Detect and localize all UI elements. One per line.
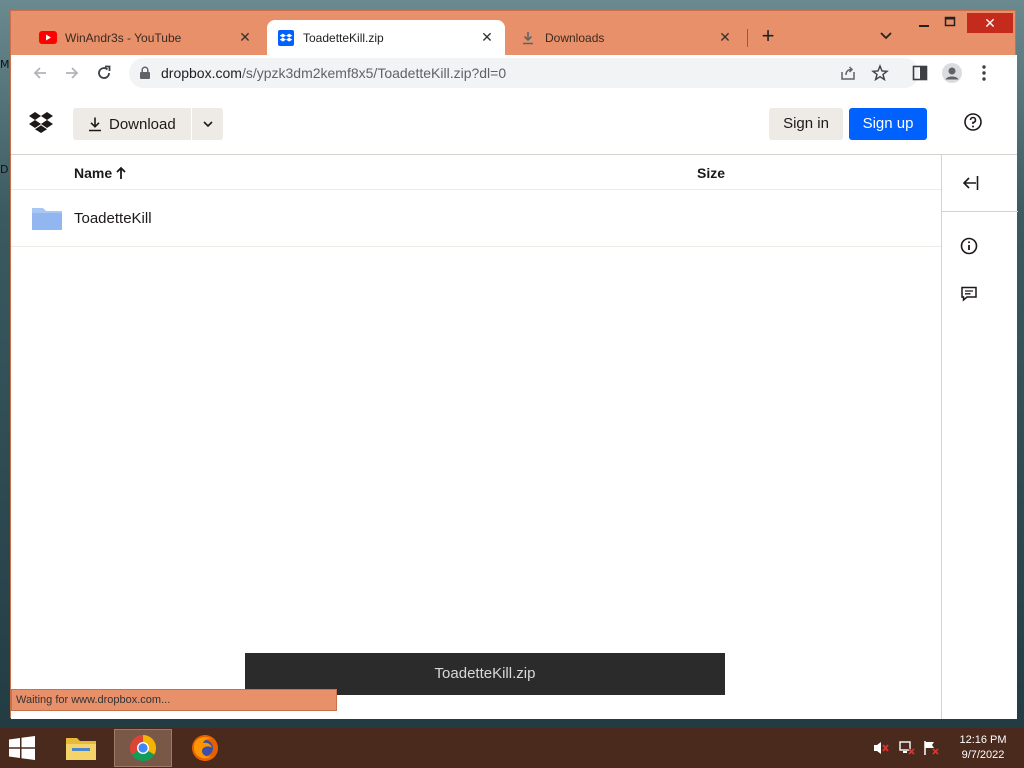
download-label: Download [109,115,176,133]
download-options-chevron-icon[interactable] [191,108,223,140]
dropbox-icon [277,29,295,47]
table-row[interactable]: ToadetteKill [11,190,941,247]
name-column-label: Name [74,165,113,181]
rail-divider [942,211,1018,212]
status-bar: Waiting for www.dropbox.com... [11,689,337,711]
comment-icon[interactable] [960,285,982,307]
maximize-icon[interactable] [935,13,965,33]
sign-in-button[interactable]: Sign in [769,108,843,140]
dropbox-page: Download Sign in Sign up Name Size Toade… [11,91,1018,719]
lock-icon[interactable] [139,66,151,85]
tab-youtube[interactable]: WinAndr3s - YouTube ✕ [29,20,263,55]
side-rail [941,155,1018,719]
name-column-header[interactable]: Name [74,165,127,181]
clock-date: 9/7/2022 [961,749,1005,761]
download-button[interactable]: Download [73,108,191,140]
dropbox-logo-icon[interactable] [29,111,55,135]
tab-title: Downloads [545,30,605,45]
close-tab-icon[interactable]: ✕ [717,29,733,45]
download-arrow-icon [89,117,101,132]
network-icon[interactable] [898,740,916,756]
sort-ascending-icon [116,166,126,179]
action-center-flag-icon[interactable] [922,740,940,756]
desktop-edge-letter: M [0,58,10,71]
menu-kebab-icon[interactable] [971,60,997,86]
windows-start-icon[interactable] [8,736,40,760]
folder-icon [31,205,63,231]
tab-search-chevron-icon[interactable] [877,26,895,44]
help-icon[interactable] [963,112,987,136]
share-icon[interactable] [839,64,857,87]
bookmark-star-icon[interactable] [871,64,889,87]
close-tab-icon[interactable]: ✕ [479,29,495,45]
tab-downloads[interactable]: Downloads ✕ [509,20,743,55]
download-icon [519,29,537,47]
chrome-icon[interactable] [114,729,172,767]
sign-up-button[interactable]: Sign up [849,108,927,140]
new-tab-button[interactable]: + [757,25,779,48]
tab-separator [747,29,748,47]
browser-toolbar: dropbox.com/s/ypzk3dm2kemf8x5/ToadetteKi… [11,55,1017,91]
tab-title: ToadetteKill.zip [303,30,384,45]
browser-window: WinAndr3s - YouTube ✕ ToadetteKill.zip ✕… [10,10,1018,719]
url-text: dropbox.com/s/ypzk3dm2kemf8x5/ToadetteKi… [161,65,506,81]
file-explorer-icon[interactable] [52,729,110,767]
url-host: dropbox.com [161,65,242,81]
youtube-icon [39,29,57,47]
side-panel-icon[interactable] [907,60,933,86]
size-column-header[interactable]: Size [697,165,725,181]
address-bar[interactable]: dropbox.com/s/ypzk3dm2kemf8x5/ToadetteKi… [129,58,919,88]
file-name[interactable]: ToadetteKill [74,210,152,227]
close-tab-icon[interactable]: ✕ [237,29,253,45]
volume-muted-icon[interactable] [872,740,890,756]
desktop-edge-letter: D [0,163,9,176]
tab-title: WinAndr3s - YouTube [65,30,182,45]
tab-strip: WinAndr3s - YouTube ✕ ToadetteKill.zip ✕… [11,11,1017,55]
taskbar: 12:16 PM 9/7/2022 [0,728,1024,768]
url-path: /s/ypzk3dm2kemf8x5/ToadetteKill.zip?dl=0 [241,65,507,81]
firefox-icon[interactable] [176,729,234,767]
info-icon[interactable] [960,237,982,259]
download-button-group: Download [73,108,223,140]
file-list-header: Name Size [11,155,941,190]
reload-icon[interactable] [91,60,117,86]
back-icon[interactable] [27,60,53,86]
taskbar-clock[interactable]: 12:16 PM 9/7/2022 [948,733,1018,763]
file-list: Name Size ToadetteKill [11,155,941,719]
tab-toadettekill[interactable]: ToadetteKill.zip ✕ [267,20,505,55]
collapse-panel-icon[interactable] [960,173,982,195]
clock-time: 12:16 PM [959,734,1007,746]
forward-icon[interactable] [59,60,85,86]
close-window-icon[interactable]: ✕ [967,13,1013,33]
profile-avatar-icon[interactable] [939,60,965,86]
